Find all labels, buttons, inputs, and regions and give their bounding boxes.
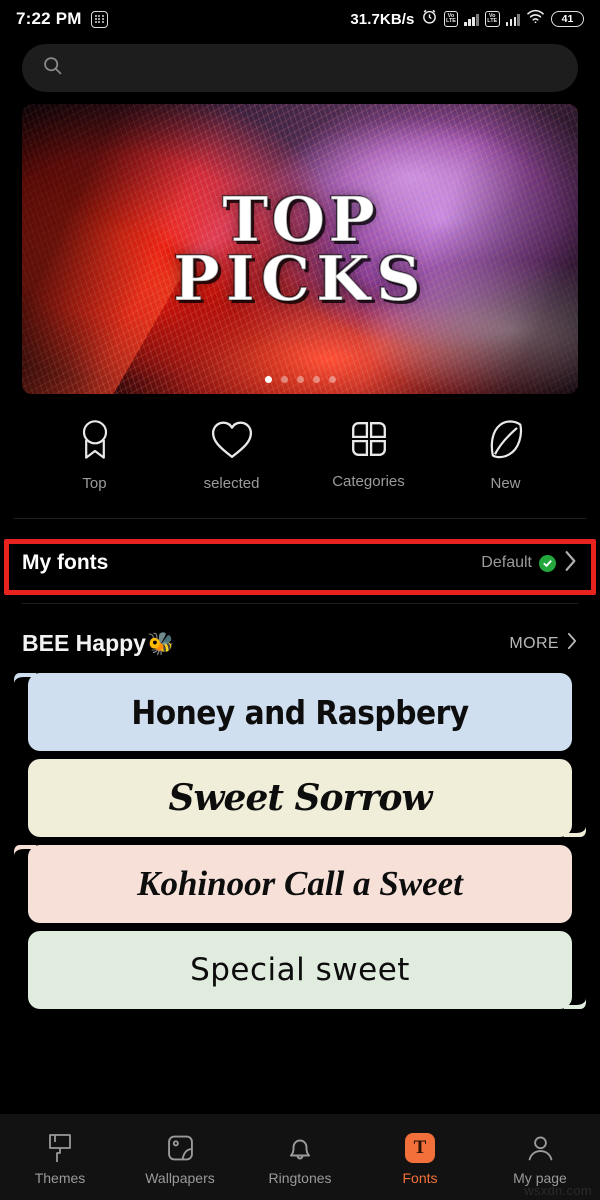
bell-icon [287,1133,313,1163]
volte-sim2-icon: Vo LTE [484,11,500,27]
card-tail-icon [14,845,36,871]
card-tail-icon [14,673,36,699]
font-card-text: Special sweet [190,952,410,988]
section-title-text: BEE Happy [22,630,146,656]
network-speed: 31.7KB/s [350,10,415,28]
font-card-text: Honey and Raspbery [131,692,469,732]
nav-item-ringtones[interactable]: Ringtones [240,1133,360,1186]
banner-title: TOP PICKS [22,104,578,394]
card-tail-icon [564,983,586,1009]
font-card[interactable]: Kohinoor Call a Sweet [14,845,572,923]
nav-label: Ringtones [268,1169,332,1186]
search-input[interactable] [75,59,558,77]
page-dot[interactable] [280,376,288,383]
nav-label: Wallpapers [145,1169,215,1186]
category-item-selected[interactable]: selected [163,418,300,492]
banner-page-dots[interactable] [22,376,578,383]
search-icon [42,55,63,81]
category-item-new[interactable]: New [437,418,574,492]
banner-title-line2: PICKS [172,242,427,315]
alarm-clock-icon [421,8,438,30]
watermark: wsxdn.com [524,1183,592,1198]
font-card-text: Kohinoor Call a Sweet [137,864,463,903]
nav-item-wallpapers[interactable]: Wallpapers [120,1133,240,1186]
category-label: selected [203,475,260,492]
card-tail-icon [564,811,586,837]
search-bar[interactable] [22,44,578,92]
category-label: Categories [332,473,405,490]
page-dot[interactable] [264,376,272,383]
font-card-text: Sweet Sorrow [168,777,433,819]
image-icon [167,1133,194,1163]
nav-label: Themes [34,1169,86,1186]
heart-icon [211,418,253,462]
category-label: Top [82,475,107,492]
signal-sim2-icon [505,13,520,26]
category-item-categories[interactable]: Categories [300,418,437,492]
leaf-icon [487,418,525,462]
volte-sim1-icon: Vo LTE [443,11,459,27]
status-bar-right: 31.7KB/s Vo LTE Vo LTE 41 [350,8,584,30]
category-item-top[interactable]: Top [26,418,163,492]
nav-label: Fonts [402,1169,438,1186]
category-label: New [490,475,521,492]
my-fonts-title: My fonts [22,551,109,574]
font-card-list: Honey and Raspbery Sweet Sorrow Kohinoor… [0,657,600,1009]
person-icon [527,1133,554,1163]
font-card[interactable]: Sweet Sorrow [28,759,586,837]
section-header-bee-happy: BEE Happy 🐝 MORE [0,604,600,657]
page-dot[interactable] [296,376,304,383]
page-dot[interactable] [328,376,336,383]
nav-item-my-page[interactable]: My page [480,1133,600,1186]
top-picks-banner[interactable]: TOP PICKS [22,104,578,394]
font-card[interactable]: Special sweet [28,931,586,1009]
chevron-right-icon[interactable] [563,550,578,577]
ribbon-award-icon [77,418,113,462]
signal-sim1-icon [464,13,479,26]
section-title: BEE Happy 🐝 [22,630,174,657]
battery-level: 41 [561,13,574,25]
banner-title-line1: TOP [221,182,378,256]
wifi-icon [526,9,545,29]
nav-item-fonts[interactable]: T Fonts [360,1132,480,1186]
more-link[interactable]: MORE [509,632,578,655]
my-fonts-value: Default [481,554,532,571]
my-fonts-value-group: Default [481,550,578,577]
status-bar: 7:22 PM 31.7KB/s Vo LTE Vo LTE 41 [0,0,600,38]
chevron-right-icon [566,632,578,655]
bottom-navigation-bar: Themes Wallpapers Ringtones T Fonts My p… [0,1114,600,1200]
search-section [0,38,600,92]
bee-emoji-icon: 🐝 [146,630,175,656]
font-t-icon-glyph: T [405,1132,435,1163]
font-card[interactable]: Honey and Raspbery [14,673,572,751]
my-fonts-row[interactable]: My fonts Default [22,535,578,591]
app-drawer-icon [90,10,108,28]
more-label: MORE [509,634,559,652]
paint-roller-icon [46,1133,74,1163]
my-fonts-section: My fonts Default [0,535,600,595]
status-bar-left: 7:22 PM [16,9,108,29]
green-check-badge-icon [539,554,556,572]
four-petal-grid-icon [349,418,389,460]
banner-section: TOP PICKS [0,92,600,394]
font-t-icon: T [405,1132,435,1163]
divider-above-my-fonts [14,518,586,519]
category-shortcuts: Top selected Categories New [0,394,600,492]
battery-indicator: 41 [551,11,584,27]
status-time: 7:22 PM [16,9,82,28]
page-dot[interactable] [312,376,320,383]
nav-item-themes[interactable]: Themes [0,1133,120,1186]
